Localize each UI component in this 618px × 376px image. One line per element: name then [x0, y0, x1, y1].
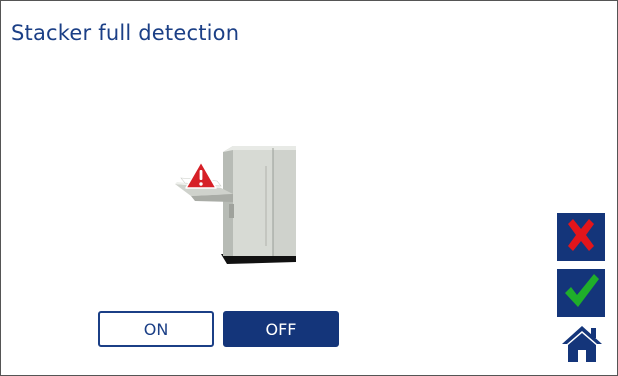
- off-button[interactable]: OFF: [223, 311, 339, 347]
- home-button[interactable]: [558, 324, 606, 368]
- page-title: Stacker full detection: [11, 21, 240, 45]
- close-icon: [562, 216, 600, 258]
- cancel-button[interactable]: [557, 213, 605, 261]
- home-icon: [560, 324, 604, 368]
- settings-panel: Stacker full detection ON OFF: [0, 0, 618, 376]
- confirm-button[interactable]: [557, 269, 605, 317]
- on-button[interactable]: ON: [98, 311, 214, 347]
- stacker-illustration: [161, 136, 298, 271]
- checkmark-icon: [561, 271, 601, 315]
